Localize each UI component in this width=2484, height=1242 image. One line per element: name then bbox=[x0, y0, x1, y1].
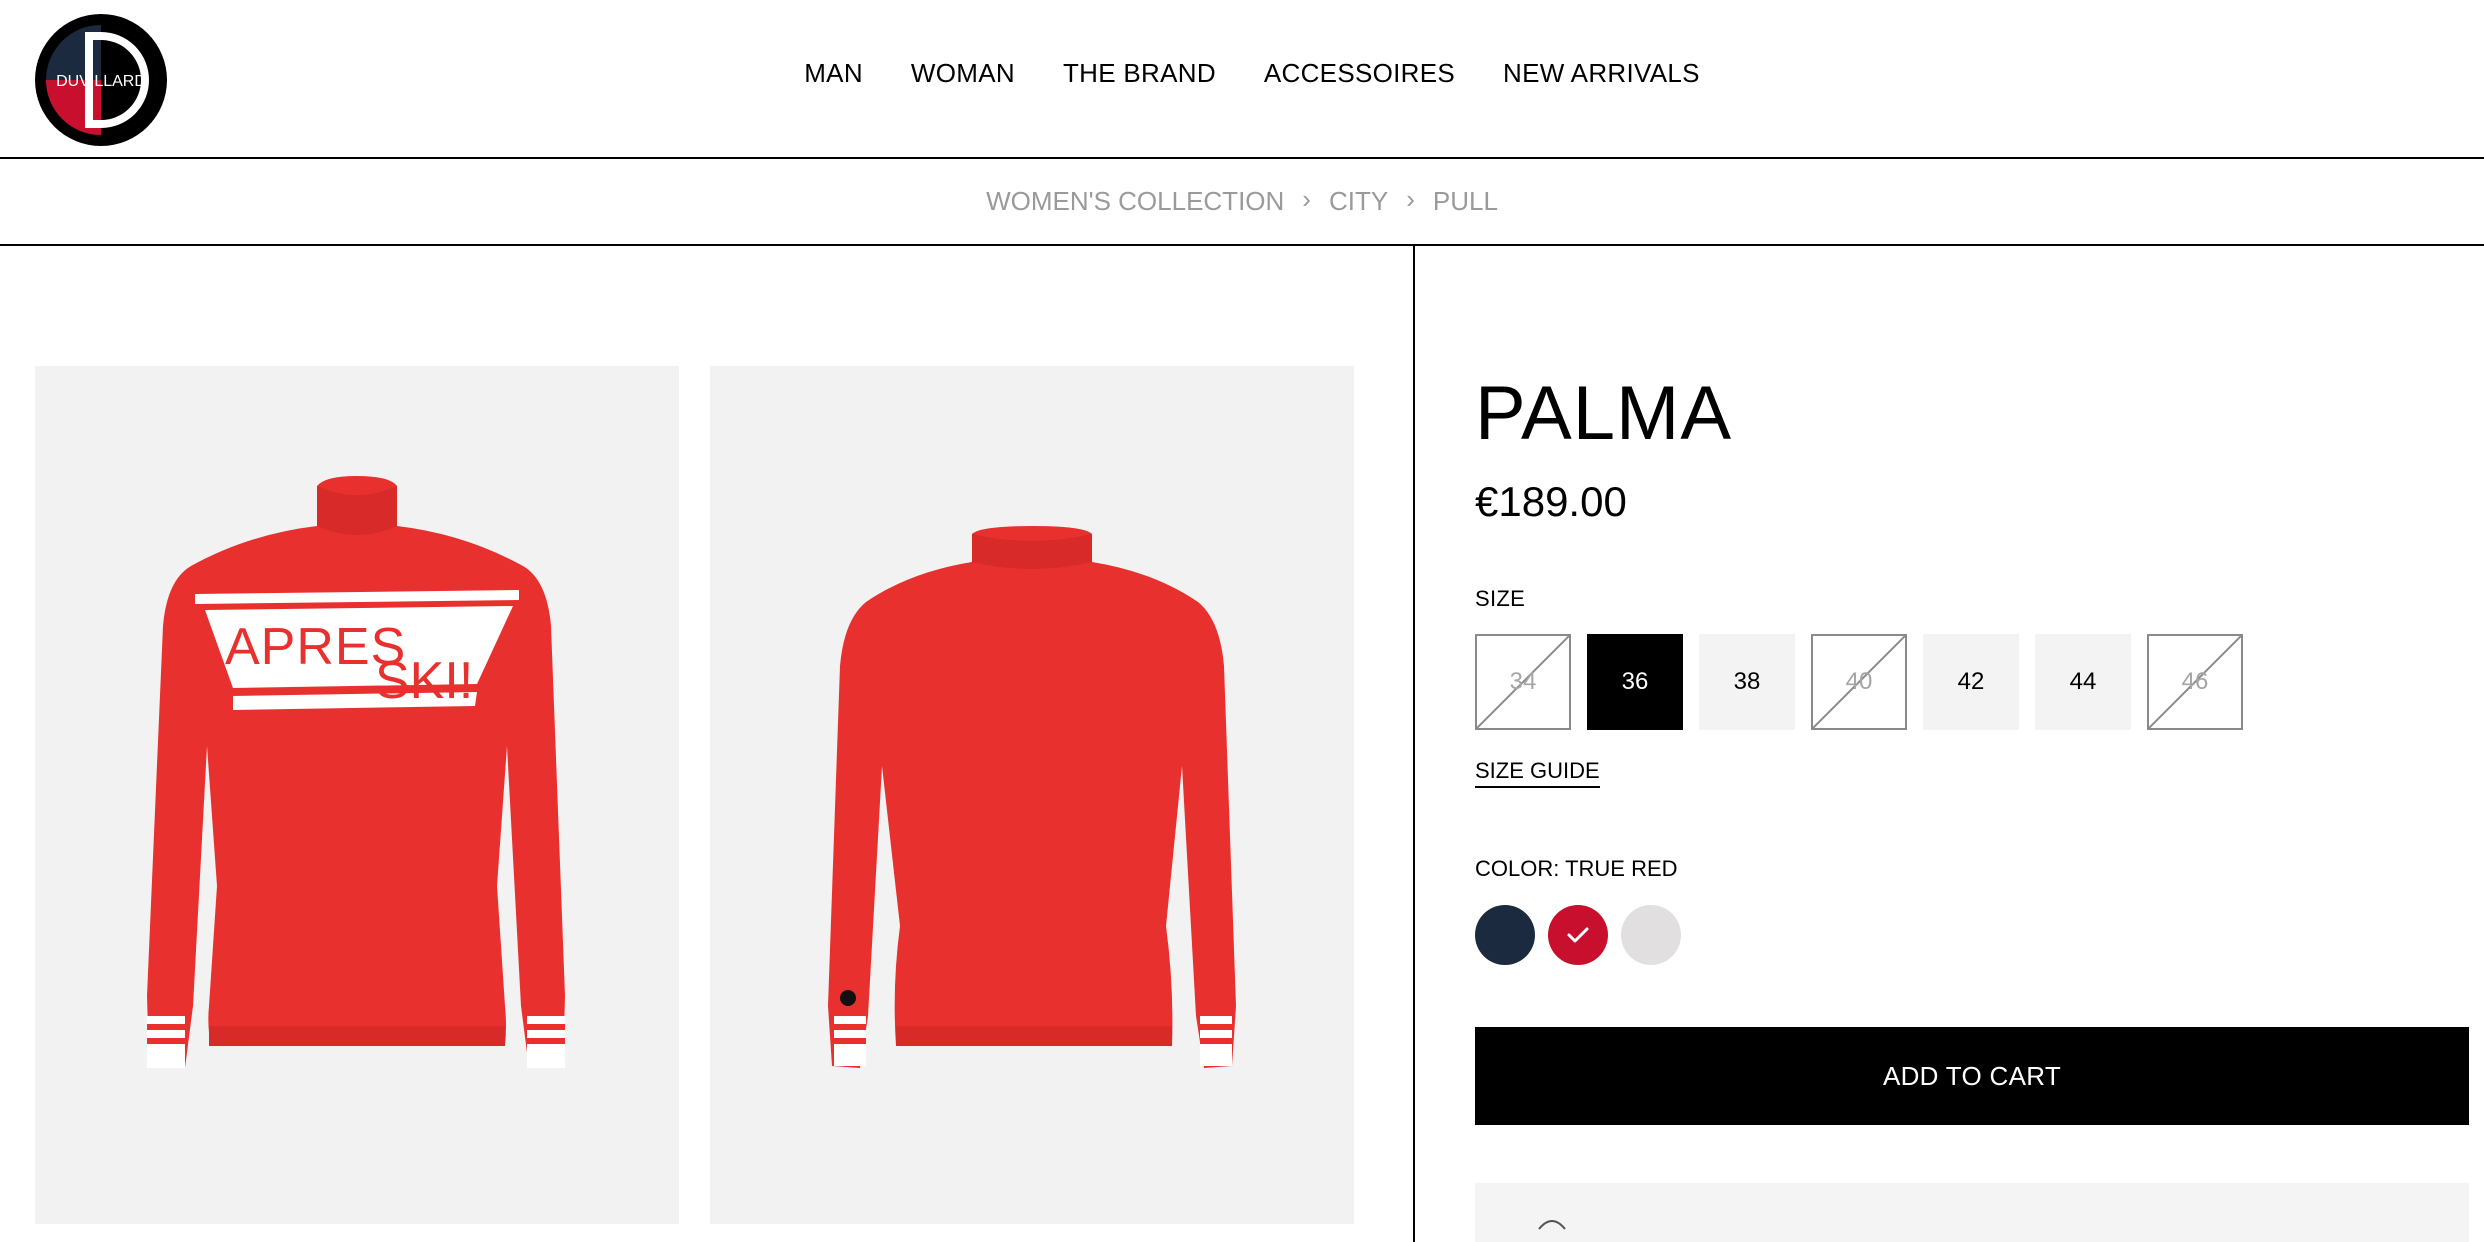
size-option-42[interactable]: 42 bbox=[1923, 634, 2019, 730]
info-icon bbox=[1538, 1220, 1566, 1230]
size-option-label: 40 bbox=[1845, 668, 1873, 695]
size-option-44[interactable]: 44 bbox=[2035, 634, 2131, 730]
breadcrumb: WOMEN'S COLLECTION › CITY › PULL bbox=[0, 159, 2484, 246]
color-swatch-light-grey[interactable] bbox=[1621, 905, 1681, 965]
color-swatch-true-red[interactable] bbox=[1548, 905, 1608, 965]
size-option-40[interactable]: 40 bbox=[1811, 634, 1907, 730]
site-header: DUVILLARD MAN WOMAN THE BRAND ACCESSOIRE… bbox=[0, 0, 2484, 159]
color-selector bbox=[1475, 905, 1681, 965]
size-label: SIZE bbox=[1475, 586, 1526, 611]
size-option-34[interactable]: 34 bbox=[1475, 634, 1571, 730]
size-option-label: 36 bbox=[1621, 668, 1649, 695]
product-info: PALMA €189.00 SIZE 34 36 38 40 42 44 46 … bbox=[1475, 246, 2475, 1242]
color-label: COLOR: TRUE RED bbox=[1475, 856, 1678, 881]
breadcrumb-womens-collection[interactable]: WOMEN'S COLLECTION bbox=[986, 186, 1284, 217]
product-title: PALMA bbox=[1475, 371, 1733, 456]
breadcrumb-city[interactable]: CITY bbox=[1329, 186, 1388, 217]
color-swatch-navy[interactable] bbox=[1475, 905, 1535, 965]
nav-item-accessoires[interactable]: ACCESSOIRES bbox=[1264, 58, 1455, 89]
size-option-38[interactable]: 38 bbox=[1699, 634, 1795, 730]
checkmark-icon bbox=[1567, 927, 1589, 943]
main-nav: MAN WOMAN THE BRAND ACCESSOIRES NEW ARRI… bbox=[0, 58, 2484, 89]
nav-item-man[interactable]: MAN bbox=[804, 58, 863, 89]
product-image-front[interactable]: APRES SKI! bbox=[35, 366, 679, 1224]
chevron-right-icon: › bbox=[1406, 184, 1415, 214]
size-option-label: 44 bbox=[2069, 668, 2097, 695]
breadcrumb-pull[interactable]: PULL bbox=[1433, 186, 1498, 217]
product-price: €189.00 bbox=[1475, 478, 1627, 525]
size-option-label: 46 bbox=[2181, 668, 2209, 695]
size-selector: 34 36 38 40 42 44 46 bbox=[1475, 634, 2243, 730]
sweater-front-illustration: APRES SKI! bbox=[147, 476, 565, 1068]
size-option-label: 42 bbox=[1957, 668, 1985, 695]
delivery-info-box bbox=[1475, 1183, 2469, 1242]
sweater-back-illustration bbox=[828, 526, 1236, 1068]
add-to-cart-button[interactable]: ADD TO CART bbox=[1475, 1027, 2469, 1125]
size-option-46[interactable]: 46 bbox=[2147, 634, 2243, 730]
size-guide-link[interactable]: SIZE GUIDE bbox=[1475, 758, 1600, 788]
chevron-right-icon: › bbox=[1302, 184, 1311, 214]
column-divider bbox=[1413, 246, 1415, 1242]
nav-item-new-arrivals[interactable]: NEW ARRIVALS bbox=[1503, 58, 1700, 89]
size-option-label: 38 bbox=[1733, 668, 1761, 695]
nav-item-the-brand[interactable]: THE BRAND bbox=[1063, 58, 1216, 89]
product-image-back[interactable] bbox=[710, 366, 1354, 1224]
size-option-36[interactable]: 36 bbox=[1587, 634, 1683, 730]
print-text-bottom: SKI! bbox=[375, 652, 473, 710]
nav-item-woman[interactable]: WOMAN bbox=[911, 58, 1015, 89]
size-option-label: 34 bbox=[1509, 668, 1537, 695]
